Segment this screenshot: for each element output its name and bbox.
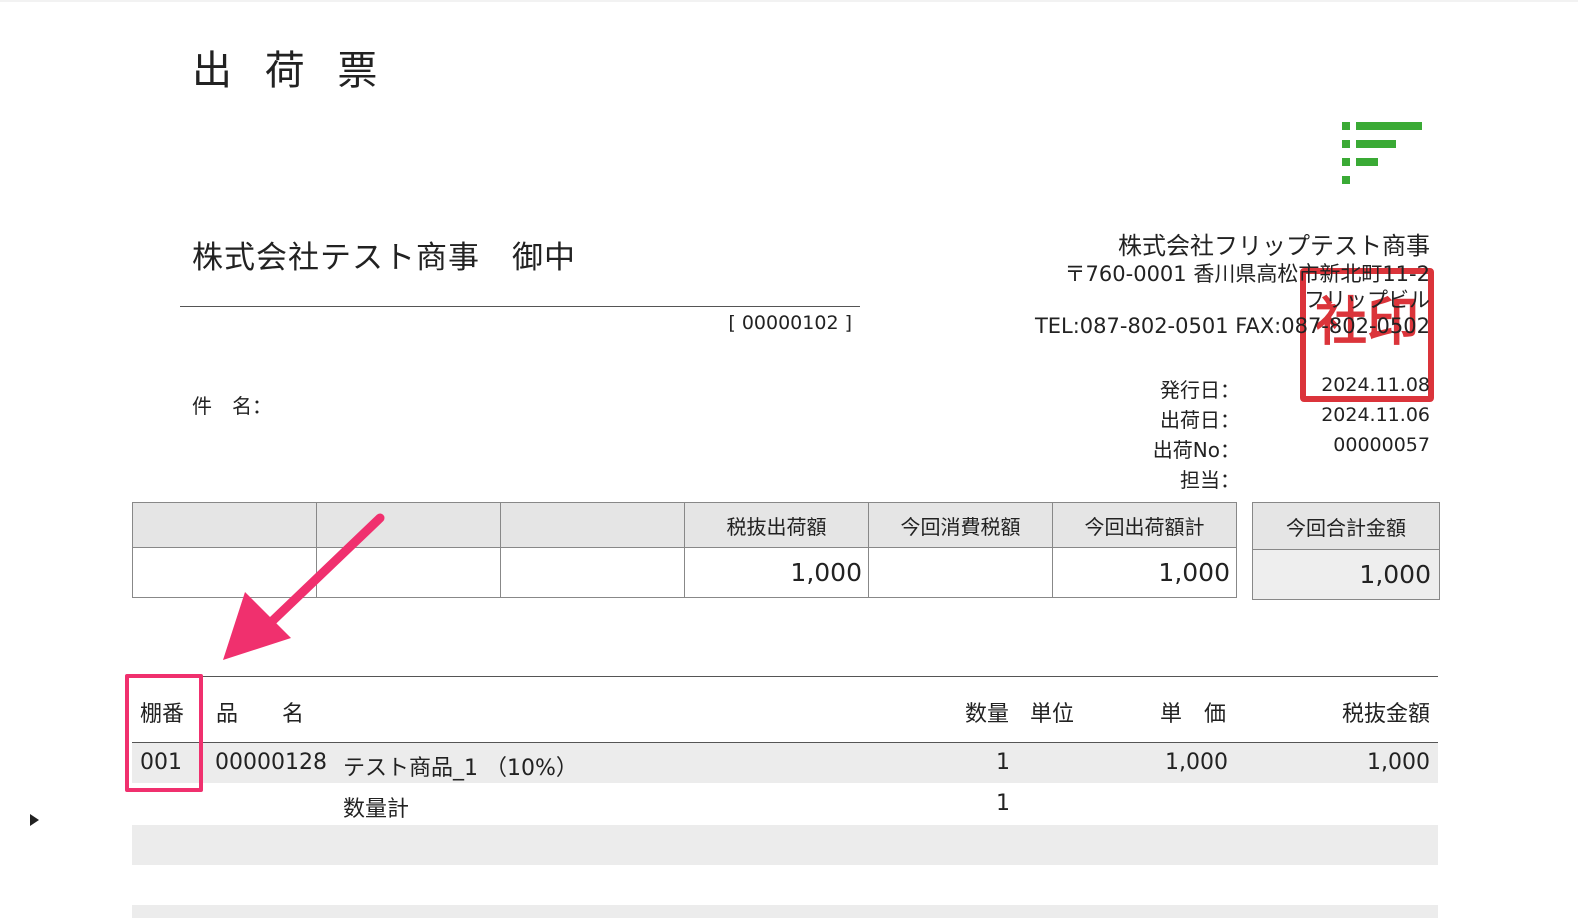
company-contact: TEL:087-802-0501 FAX:087-802-0502	[1034, 314, 1430, 338]
total-table: 今回合計金額 1,000	[1252, 502, 1440, 600]
header-amount: 税抜金額	[1341, 702, 1430, 727]
summary-value	[500, 547, 685, 598]
company-block: 株式会社フリップテスト商事 〒760-0001 香川県高松市新北町11-2 フリ…	[1035, 226, 1430, 339]
summary-header	[500, 502, 685, 548]
document-title: 出 荷 票	[192, 48, 388, 94]
top-border	[0, 0, 1578, 2]
table-row	[132, 905, 1438, 918]
meta-label-ship-no: 出荷No：	[1152, 438, 1240, 462]
summary-value	[868, 547, 1053, 598]
meta-row: 出荷日： 2024.11.06	[1100, 404, 1430, 434]
company-building: フリップビル	[1304, 288, 1430, 312]
company-address: 〒760-0001 香川県高松市新北町11-2	[1064, 262, 1430, 286]
details-top-rule	[132, 676, 1438, 677]
table-row	[132, 825, 1438, 865]
collapse-arrow-icon[interactable]	[30, 814, 39, 826]
summary-header: 今回出荷額計	[1052, 502, 1237, 548]
meta-value-ship-date: 2024.11.06	[1321, 404, 1430, 426]
document-number: [ 00000102 ]	[728, 312, 852, 334]
meta-row: 発行日： 2024.11.08	[1100, 374, 1430, 404]
meta-value-ship-no: 00000057	[1333, 434, 1430, 456]
meta-label-issue-date: 発行日：	[1160, 378, 1240, 402]
customer-name: 株式会社テスト商事 御中	[192, 240, 576, 276]
customer-underline	[180, 306, 860, 307]
summary-value: 1,000	[1052, 547, 1237, 598]
company-name: 株式会社フリップテスト商事	[1118, 232, 1430, 260]
total-header: 今回合計金額	[1252, 502, 1440, 550]
row-amount: 1,000	[1367, 750, 1430, 775]
row-code: 00000128	[215, 750, 327, 775]
meta-label-ship-date: 出荷日：	[1160, 408, 1240, 432]
row-price: 1,000	[1165, 750, 1228, 775]
meta-row: 担当：	[1100, 464, 1430, 494]
header-qty: 数量	[965, 702, 1010, 727]
summary-header: 税抜出荷額	[684, 502, 869, 548]
header-unit: 単位	[1030, 702, 1075, 727]
header-item: 品 名	[216, 702, 305, 727]
summary-header: 今回消費税額	[868, 502, 1053, 548]
row-name: テスト商品_1 （10%）	[343, 756, 578, 781]
shelf-column-highlight	[125, 674, 203, 792]
table-row	[132, 743, 1438, 783]
meta-label-staff: 担当：	[1180, 468, 1240, 492]
document-meta: 発行日： 2024.11.08 出荷日： 2024.11.06 出荷No： 00…	[1100, 374, 1430, 494]
total-value: 1,000	[1252, 549, 1440, 600]
header-price: 単 価	[1160, 702, 1227, 727]
qty-total-label: 数量計	[343, 797, 410, 822]
meta-value-issue-date: 2024.11.08	[1321, 374, 1430, 396]
row-qty: 1	[996, 750, 1010, 775]
summary-value: 1,000	[684, 547, 869, 598]
meta-row: 出荷No： 00000057	[1100, 434, 1430, 464]
subject-label: 件 名：	[192, 394, 272, 418]
pointer-arrow-icon	[223, 513, 385, 660]
company-logo-icon	[1342, 122, 1422, 184]
qty-total-value: 1	[996, 791, 1010, 816]
